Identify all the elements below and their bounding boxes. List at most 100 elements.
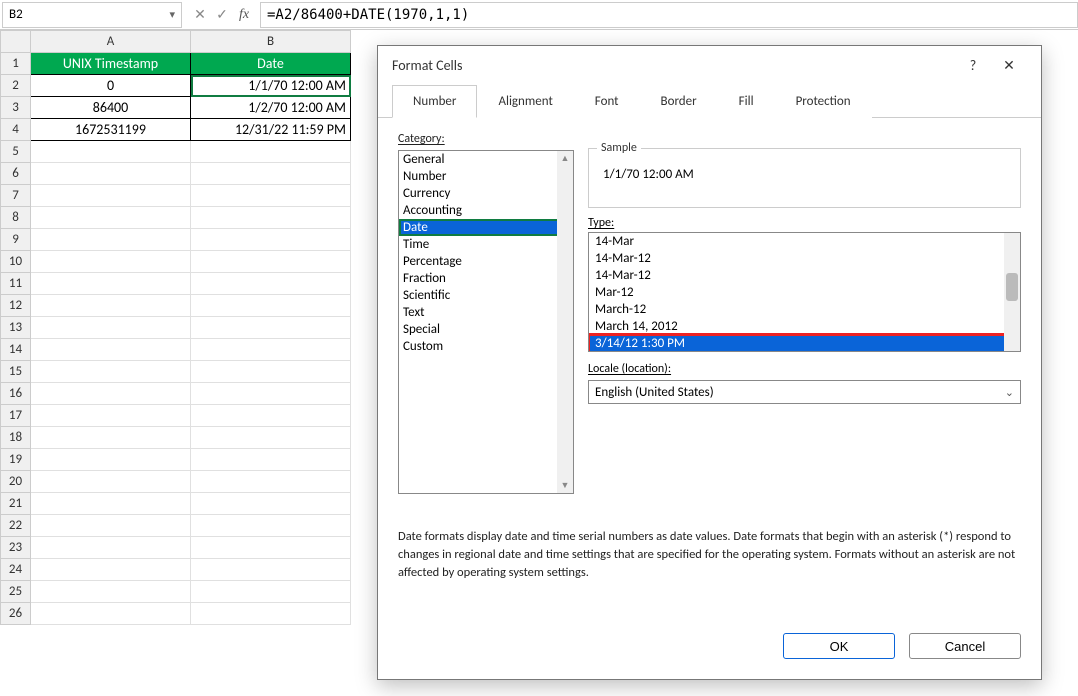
row-header[interactable]: 16 (1, 383, 31, 405)
cell-b3[interactable]: 1/2/70 12:00 AM (191, 97, 351, 119)
formula-input[interactable]: =A2/86400+DATE(1970,1,1) (260, 2, 1078, 28)
cell[interactable] (191, 141, 351, 163)
cell[interactable] (31, 207, 191, 229)
row-header[interactable]: 22 (1, 515, 31, 537)
cell[interactable] (191, 515, 351, 537)
row-header[interactable]: 6 (1, 163, 31, 185)
column-header-a[interactable]: A (31, 31, 191, 53)
row-header[interactable]: 11 (1, 273, 31, 295)
cell[interactable] (191, 427, 351, 449)
cell[interactable] (191, 537, 351, 559)
cell-a1[interactable]: UNIX Timestamp (31, 53, 191, 75)
cell[interactable] (191, 273, 351, 295)
cell[interactable] (31, 317, 191, 339)
fx-icon[interactable]: fx (234, 5, 254, 25)
row-header[interactable]: 17 (1, 405, 31, 427)
ok-button[interactable]: OK (783, 633, 895, 659)
cell-b1[interactable]: Date (191, 53, 351, 75)
chevron-down-icon[interactable]: ▾ (169, 8, 175, 21)
category-scrollbar[interactable]: ▲ ▼ (557, 151, 573, 493)
row-header[interactable]: 8 (1, 207, 31, 229)
cell[interactable] (191, 405, 351, 427)
cell[interactable] (191, 295, 351, 317)
cell[interactable] (31, 405, 191, 427)
row-header[interactable]: 13 (1, 317, 31, 339)
cell[interactable] (191, 581, 351, 603)
type-item[interactable]: March-12 (589, 301, 1020, 318)
row-header[interactable]: 9 (1, 229, 31, 251)
cancel-button[interactable]: Cancel (909, 633, 1021, 659)
category-item[interactable]: Number (399, 168, 573, 185)
category-item[interactable]: Text (399, 304, 573, 321)
cell[interactable] (31, 251, 191, 273)
tab-border[interactable]: Border (640, 85, 718, 118)
row-header[interactable]: 23 (1, 537, 31, 559)
cell[interactable] (31, 471, 191, 493)
row-header[interactable]: 14 (1, 339, 31, 361)
scroll-up-icon[interactable]: ▲ (561, 151, 570, 166)
locale-select[interactable]: English (United States) ⌄ (588, 380, 1021, 404)
row-header[interactable]: 4 (1, 119, 31, 141)
cell[interactable] (31, 141, 191, 163)
row-header[interactable]: 15 (1, 361, 31, 383)
cell[interactable] (31, 581, 191, 603)
cell[interactable] (191, 559, 351, 581)
type-item-selected[interactable]: 3/14/12 1:30 PM (589, 335, 1020, 352)
row-header[interactable]: 1 (1, 53, 31, 75)
cell[interactable] (191, 449, 351, 471)
row-header[interactable]: 12 (1, 295, 31, 317)
row-header[interactable]: 20 (1, 471, 31, 493)
cell[interactable] (31, 515, 191, 537)
tab-font[interactable]: Font (574, 85, 640, 118)
cancel-icon[interactable]: ✕ (190, 5, 210, 25)
category-listbox[interactable]: General Number Currency Accounting Date … (398, 150, 574, 494)
cell[interactable] (191, 361, 351, 383)
cell[interactable] (191, 603, 351, 625)
tab-number[interactable]: Number (392, 85, 477, 118)
cell[interactable] (31, 361, 191, 383)
check-icon[interactable]: ✓ (212, 5, 232, 25)
category-item[interactable]: Accounting (399, 202, 573, 219)
row-header[interactable]: 18 (1, 427, 31, 449)
cell-a2[interactable]: 0 (31, 75, 191, 97)
category-item[interactable]: Special (399, 321, 573, 338)
type-item[interactable]: 14-Mar (589, 233, 1020, 250)
cell[interactable] (31, 273, 191, 295)
category-item[interactable]: Fraction (399, 270, 573, 287)
cell[interactable] (191, 471, 351, 493)
cell[interactable] (191, 207, 351, 229)
cell[interactable] (191, 383, 351, 405)
cell[interactable] (31, 427, 191, 449)
row-header[interactable]: 10 (1, 251, 31, 273)
cell[interactable] (191, 339, 351, 361)
tab-fill[interactable]: Fill (718, 85, 775, 118)
cell-a4[interactable]: 1672531199 (31, 119, 191, 141)
category-item[interactable]: Currency (399, 185, 573, 202)
cell-b2[interactable]: 1/1/70 12:00 AM (191, 75, 351, 97)
cell[interactable] (191, 229, 351, 251)
scroll-thumb[interactable] (1006, 273, 1018, 301)
cell[interactable] (31, 383, 191, 405)
category-item[interactable]: Custom (399, 338, 573, 355)
cell[interactable] (191, 163, 351, 185)
cell[interactable] (31, 449, 191, 471)
category-item[interactable]: Time (399, 236, 573, 253)
row-header[interactable]: 21 (1, 493, 31, 515)
type-item[interactable]: 14-Mar-12 (589, 267, 1020, 284)
cell[interactable] (191, 251, 351, 273)
type-item[interactable]: March 14, 2012 (589, 318, 1020, 335)
type-item[interactable]: 14-Mar-12 (589, 250, 1020, 267)
category-item[interactable]: Scientific (399, 287, 573, 304)
cell[interactable] (31, 603, 191, 625)
cell[interactable] (31, 295, 191, 317)
dialog-titlebar[interactable]: Format Cells ? ✕ (378, 46, 1041, 84)
category-item[interactable]: Percentage (399, 253, 573, 270)
cell[interactable] (191, 317, 351, 339)
type-item[interactable]: Mar-12 (589, 284, 1020, 301)
cell[interactable] (191, 493, 351, 515)
cell[interactable] (31, 163, 191, 185)
cell[interactable] (31, 339, 191, 361)
row-header[interactable]: 3 (1, 97, 31, 119)
cell[interactable] (191, 185, 351, 207)
row-header[interactable]: 24 (1, 559, 31, 581)
